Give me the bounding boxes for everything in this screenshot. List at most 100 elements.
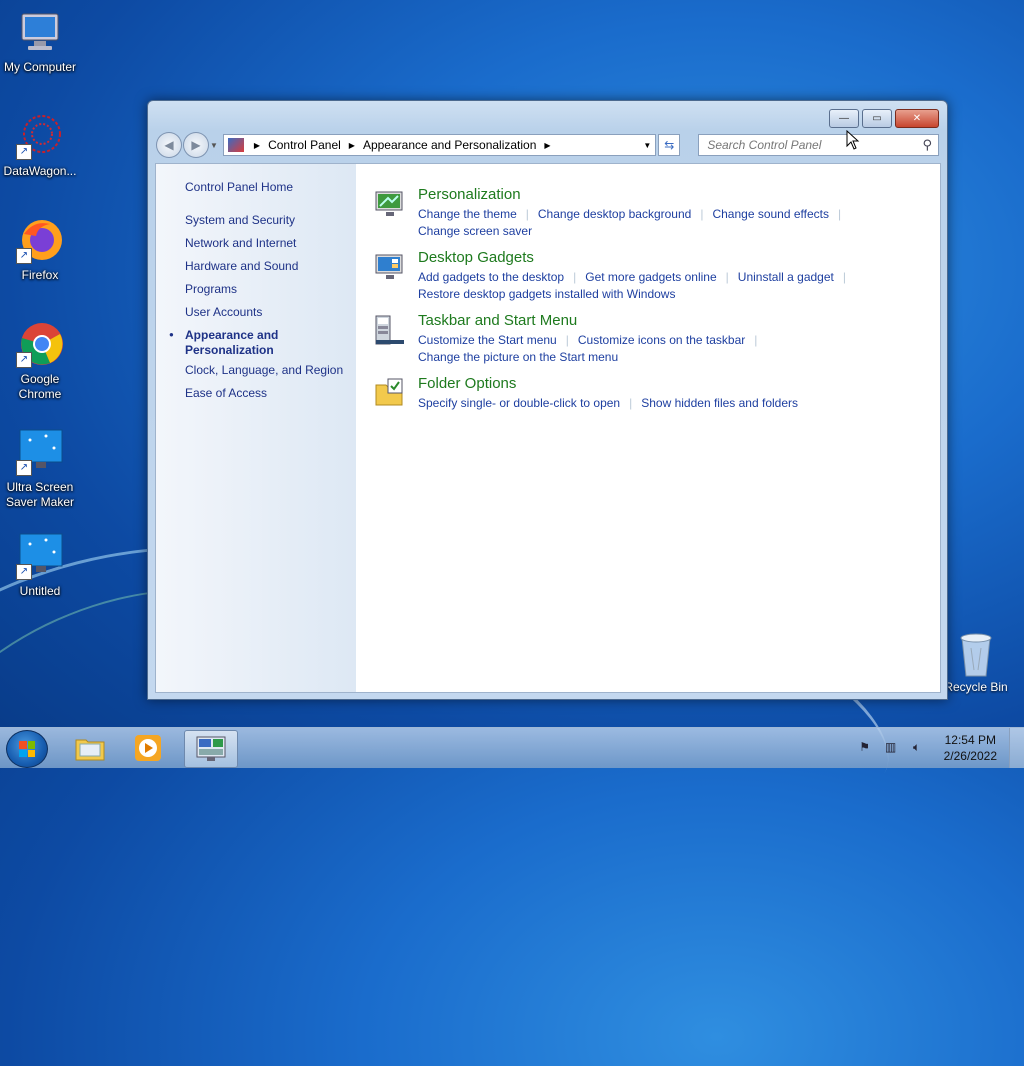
category-links: Customize the Start menu | Customize icons… [418,332,888,366]
link-change-sound-effects[interactable]: Change sound effects [712,207,829,221]
breadcrumb-chevron-icon[interactable]: ▶ [349,141,355,150]
action-center-flag-icon[interactable]: ⚑ [855,740,875,756]
taskbar: ⚑ ▥ 🔈︎ 12:54 PM 2/26/2022 [0,727,1024,768]
network-icon[interactable]: ▥ [881,740,901,756]
volume-icon[interactable]: 🔈︎ [907,740,927,756]
link-divider: | [700,207,704,221]
link-uninstall-gadget[interactable]: Uninstall a gadget [738,270,834,284]
desktop-icon-chrome[interactable]: ↗ Google Chrome [0,320,80,402]
link-change-theme[interactable]: Change the theme [418,207,517,221]
desktop-icon-firefox[interactable]: ↗ Firefox [0,216,80,283]
category-title[interactable]: Personalization [418,186,521,203]
link-divider: | [565,333,569,347]
category-links: Specify single- or double-click to open |… [418,395,888,412]
refresh-button[interactable]: ⇆ [658,134,681,156]
breadcrumb-appearance[interactable]: Appearance and Personalization [363,138,536,152]
sidebar-item-control-panel-home[interactable]: Control Panel Home [185,180,293,194]
search-placeholder: Search Control Panel [707,138,822,152]
search-input[interactable]: Search Control Panel ⚲ [698,134,939,156]
gadgets-icon [374,251,406,283]
sidebar-item-hardware-sound[interactable]: Hardware and Sound [185,259,298,273]
recycle-bin-icon [956,630,996,678]
shortcut-arrow-icon: ↗ [16,248,32,264]
forward-button[interactable]: ▶ [182,132,209,158]
folder-options-icon [374,377,406,409]
system-tray: ⚑ ▥ 🔈︎ 12:54 PM 2/26/2022 [852,728,1024,768]
show-desktop-button[interactable] [1009,728,1024,768]
clock[interactable]: 12:54 PM 2/26/2022 [944,732,997,764]
current-item-bullet-icon: ● [169,330,174,339]
navigation-bar: ◀ ▶ ▼ ▶ Control Panel ▶ Appearance and P… [156,132,939,158]
back-arrow-icon: ◀ [164,138,174,152]
recent-pages-dropdown[interactable]: ▼ [210,141,220,150]
minimize-button[interactable]: — [829,109,859,128]
link-divider: | [842,270,846,284]
desktop-icon-recycle-bin[interactable]: Recycle Bin [940,630,1012,694]
desktop-icon-untitled[interactable]: ↗ Untitled [0,532,80,599]
sidebar-item-user-accounts[interactable]: User Accounts [185,305,262,319]
taskbar-control-panel[interactable] [184,730,238,768]
link-single-double-click[interactable]: Specify single- or double-click to open [418,396,620,410]
sidebar: Control Panel Home System and Security N… [156,164,356,692]
sidebar-item-ease-of-access[interactable]: Ease of Access [185,386,267,400]
control-panel-icon [227,138,244,152]
link-get-more-gadgets[interactable]: Get more gadgets online [585,270,716,284]
firefox-icon: ↗ [16,216,64,264]
computer-icon [16,8,64,56]
category-title[interactable]: Desktop Gadgets [418,249,534,266]
link-restore-gadgets[interactable]: Restore desktop gadgets installed with W… [418,287,675,301]
category-links: Change the theme | Change desktop backgrou… [418,206,888,240]
back-button[interactable]: ◀ [156,132,182,158]
datawagon-icon: ↗ [16,112,64,160]
link-divider: | [754,333,758,347]
taskbar-icon [374,314,406,346]
forward-arrow-icon: ▶ [191,138,201,152]
taskbar-explorer[interactable] [64,730,116,766]
link-customize-taskbar-icons[interactable]: Customize icons on the taskbar [578,333,745,347]
personalization-icon [374,188,406,220]
taskbar-media-player[interactable] [122,730,174,766]
sidebar-item-appearance: Appearance and Personalization [185,328,279,357]
sidebar-item-network[interactable]: Network and Internet [185,236,296,250]
screensaver-icon: ↗ [16,532,64,580]
screensaver-icon: ↗ [16,428,64,476]
link-divider: | [525,207,529,221]
link-change-screen-saver[interactable]: Change screen saver [418,224,532,238]
address-bar[interactable]: ▶ Control Panel ▶ Appearance and Persona… [222,134,657,156]
main-panel: Personalization Change the theme | Change … [356,164,940,692]
category-title[interactable]: Taskbar and Start Menu [418,312,577,329]
link-divider: | [573,270,577,284]
link-divider: | [629,396,633,410]
media-player-icon [135,735,161,761]
sidebar-item-programs[interactable]: Programs [185,282,237,296]
shortcut-arrow-icon: ↗ [16,144,32,160]
sidebar-item-system-security[interactable]: System and Security [185,213,295,227]
shortcut-arrow-icon: ↗ [16,352,32,368]
file-explorer-icon [75,739,105,761]
address-dropdown-icon[interactable]: ▼ [639,141,655,150]
link-add-gadgets[interactable]: Add gadgets to the desktop [418,270,564,284]
breadcrumb-control-panel[interactable]: Control Panel [268,138,341,152]
windows-logo-icon [19,741,35,757]
control-panel-icon [196,736,226,761]
breadcrumb-chevron-icon[interactable]: ▶ [254,141,260,150]
category-title[interactable]: Folder Options [418,375,516,392]
link-change-start-menu-picture[interactable]: Change the picture on the Start menu [418,350,618,364]
link-show-hidden-files[interactable]: Show hidden files and folders [641,396,798,410]
chrome-icon: ↗ [16,320,64,368]
close-button[interactable]: ✕ [895,109,939,128]
start-button[interactable] [6,730,48,768]
link-change-desktop-background[interactable]: Change desktop background [538,207,691,221]
link-customize-start-menu[interactable]: Customize the Start menu [418,333,557,347]
desktop-icon-my-computer[interactable]: My Computer [0,8,80,75]
search-icon[interactable]: ⚲ [922,137,932,153]
desktop-icon-ultra-screen-saver-maker[interactable]: ↗ Ultra Screen Saver Maker [0,428,80,510]
clock-time: 12:54 PM [944,733,996,747]
breadcrumb-chevron-icon[interactable]: ▶ [544,141,550,150]
shortcut-arrow-icon: ↗ [16,564,32,580]
desktop-icon-datawagon[interactable]: ↗ DataWagon... [0,112,80,179]
sidebar-item-clock-language[interactable]: Clock, Language, and Region [185,363,343,377]
category-links: Add gadgets to the desktop | Get more gadg… [418,269,888,303]
maximize-button[interactable]: ▭ [862,109,892,128]
shortcut-arrow-icon: ↗ [16,460,32,476]
